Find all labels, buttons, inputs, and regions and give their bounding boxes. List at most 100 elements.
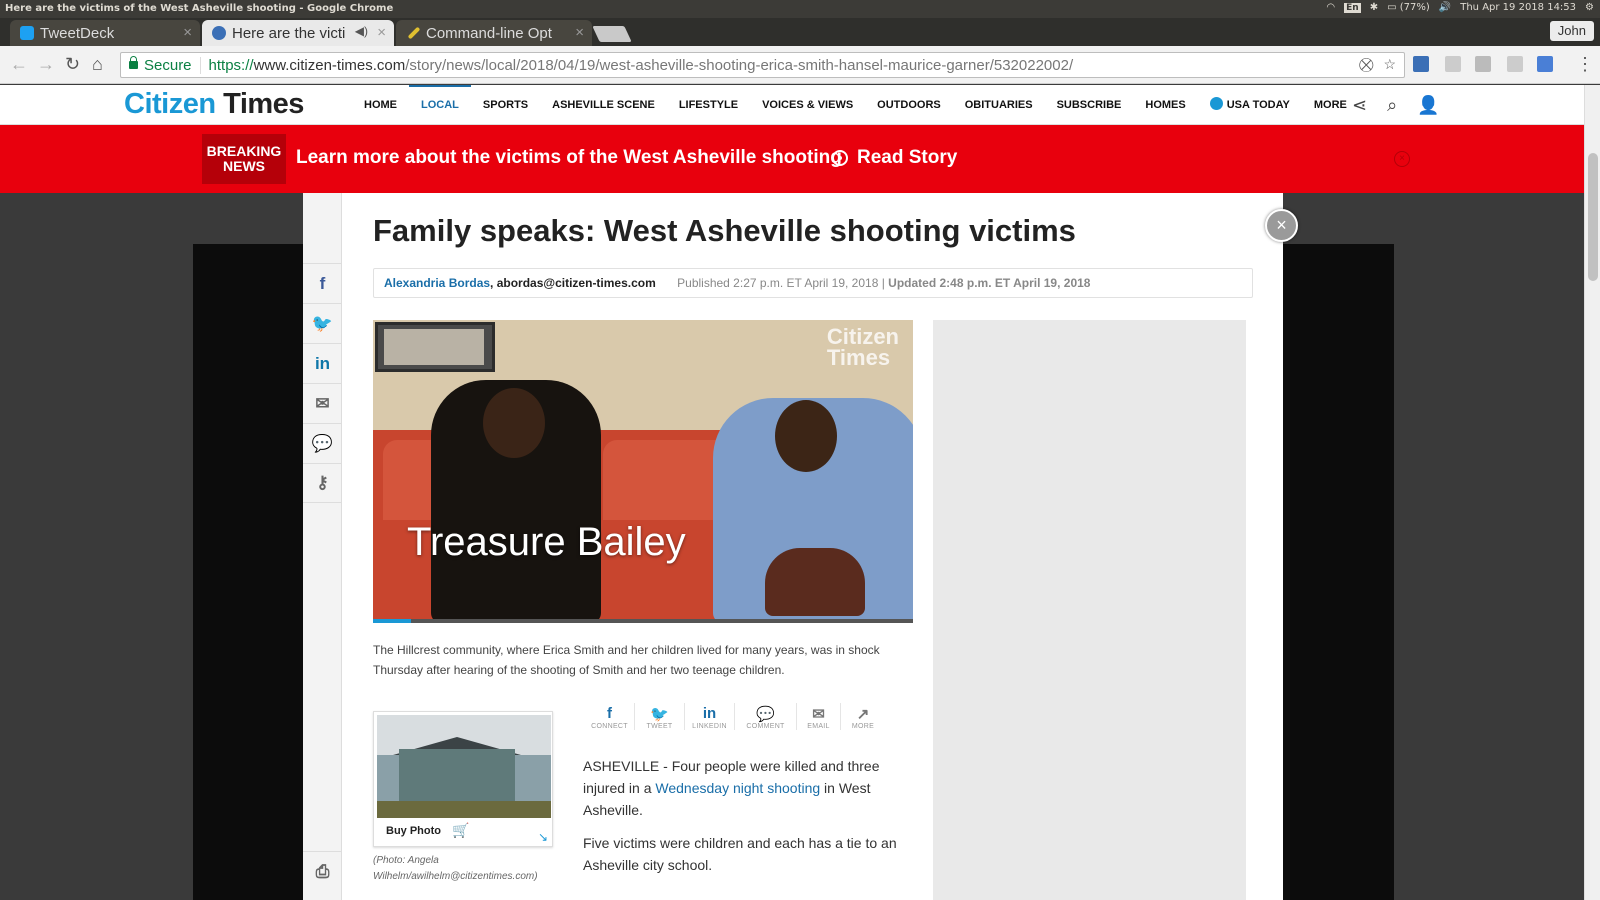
- share-comment[interactable]: 💬 COMMENT: [735, 703, 797, 730]
- facebook-icon: f: [607, 705, 612, 722]
- facebook-icon[interactable]: f: [303, 263, 342, 303]
- share-email[interactable]: ✉ EMAIL: [797, 703, 841, 730]
- banner-close-icon[interactable]: ×: [1394, 151, 1410, 167]
- print-icon[interactable]: ⎙: [303, 851, 342, 891]
- key-icon[interactable]: ⚷: [303, 463, 342, 503]
- translate-extension-icon[interactable]: [1537, 56, 1553, 72]
- video-person-face: [483, 388, 545, 458]
- close-tab-icon[interactable]: ×: [183, 24, 192, 41]
- cart-icon[interactable]: 🛒: [452, 822, 469, 839]
- video-player[interactable]: Citizen Times Treasure Bailey: [373, 320, 913, 623]
- share-linkedin[interactable]: in LINKEDIN: [685, 703, 735, 730]
- logo-word-citizen: Citizen: [124, 88, 216, 120]
- video-caption: The Hillcrest community, where Erica Smi…: [373, 643, 880, 677]
- nav-usa-today[interactable]: USA TODAY: [1198, 85, 1302, 125]
- profile-button[interactable]: John: [1549, 21, 1594, 41]
- house-photo[interactable]: [377, 715, 551, 818]
- extension-icon[interactable]: [1413, 56, 1429, 72]
- bookmark-star-icon[interactable]: ☆: [1383, 56, 1396, 73]
- url-text[interactable]: https://www.citizen-times.com/story/news…: [201, 57, 1074, 74]
- secure-indicator[interactable]: Secure: [121, 56, 201, 74]
- home-icon[interactable]: ⌂: [92, 54, 103, 75]
- url-scheme: https://: [208, 56, 254, 74]
- user-account-icon[interactable]: 👤: [1417, 95, 1439, 116]
- comment-icon[interactable]: 💬: [303, 423, 342, 463]
- citizen-times-logo[interactable]: Citizen Times: [124, 88, 304, 121]
- puzzle-extension-icon[interactable]: [1475, 56, 1491, 72]
- nav-obituaries[interactable]: OBITUARIES: [953, 85, 1045, 125]
- nav-local[interactable]: LOCAL: [409, 85, 471, 125]
- nav-asheville-scene[interactable]: ASHEVILLE SCENE: [540, 85, 667, 125]
- chrome-menu-icon[interactable]: ⋮: [1576, 54, 1594, 75]
- close-modal-button[interactable]: ×: [1265, 209, 1298, 242]
- tab-citizen-times[interactable]: Here are the victi ◀) ×: [202, 20, 394, 46]
- battery-indicator[interactable]: ▭ (77%): [1387, 2, 1430, 13]
- video-progress-bar[interactable]: [373, 619, 913, 623]
- author-email: , abordas@citizen-times.com: [490, 276, 656, 290]
- read-story-link[interactable]: Read Story: [832, 147, 957, 169]
- share-label: MORE: [851, 723, 875, 730]
- share-connect[interactable]: f CONNECT: [585, 703, 635, 730]
- twitter-favicon-icon: [20, 26, 34, 40]
- email-icon[interactable]: ✉: [303, 383, 342, 423]
- tab-command-line-options[interactable]: Command-line Opt ×: [396, 20, 592, 46]
- twitter-icon[interactable]: 🐦: [303, 303, 342, 343]
- nav-more[interactable]: MORE: [1302, 85, 1359, 125]
- byline: Alexandria Bordas, abordas@citizen-times…: [373, 268, 1253, 298]
- tab-tweetdeck[interactable]: TweetDeck ×: [10, 20, 200, 46]
- page-scrollbar[interactable]: [1584, 85, 1600, 900]
- address-bar[interactable]: Secure https://www.citizen-times.com/sto…: [120, 52, 1405, 78]
- reload-icon[interactable]: ↻: [65, 54, 80, 75]
- window-title: Here are the victims of the West Ashevil…: [5, 3, 394, 14]
- os-top-bar: Here are the victims of the West Ashevil…: [0, 0, 1600, 18]
- nav-home[interactable]: HOME: [352, 85, 409, 125]
- nav-sports[interactable]: SPORTS: [471, 85, 540, 125]
- wifi-icon[interactable]: ◠: [1326, 2, 1335, 13]
- linkedin-icon[interactable]: in: [303, 343, 342, 383]
- wednesday-shooting-link[interactable]: Wednesday night shooting: [655, 780, 820, 796]
- author-link[interactable]: Alexandria Bordas: [384, 276, 490, 290]
- new-tab-button[interactable]: [592, 26, 632, 42]
- photo-house: [399, 749, 515, 809]
- nav-usa-today-label: USA TODAY: [1226, 99, 1290, 111]
- back-arrow-icon[interactable]: ←: [10, 54, 28, 75]
- keyboard-layout[interactable]: En: [1344, 2, 1361, 13]
- audio-playing-icon[interactable]: ◀): [355, 24, 368, 38]
- breaking-news-banner[interactable]: BREAKING NEWS Learn more about the victim…: [0, 125, 1584, 193]
- clock[interactable]: Thu Apr 19 2018 14:53: [1460, 2, 1576, 13]
- video-person-left: [431, 380, 601, 623]
- nav-outdoors[interactable]: OUTDOORS: [865, 85, 953, 125]
- pencil-favicon-icon: [407, 26, 421, 40]
- settings-gear-icon[interactable]: ⚙: [1585, 2, 1594, 13]
- nav-voices-views[interactable]: VOICES & VIEWS: [750, 85, 865, 125]
- nav-lifestyle[interactable]: LIFESTYLE: [667, 85, 750, 125]
- photo-thumbnail[interactable]: Buy Photo 🛒 ↘: [373, 711, 553, 847]
- nav-homes[interactable]: HOMES: [1133, 85, 1197, 125]
- buy-photo-link[interactable]: Buy Photo: [386, 825, 441, 837]
- share-more[interactable]: ↗ MORE: [841, 703, 885, 730]
- forward-arrow-icon[interactable]: →: [37, 54, 55, 75]
- close-tab-icon[interactable]: ×: [377, 24, 386, 41]
- published-date: Published 2:27 p.m. ET April 19, 2018 |: [677, 276, 885, 290]
- nav-menu: HOME LOCAL SPORTS ASHEVILLE SCENE LIFEST…: [352, 85, 1359, 125]
- badge-line-2: NEWS: [223, 158, 265, 174]
- bluetooth-icon[interactable]: ✱: [1370, 2, 1378, 13]
- cookie-blocked-icon[interactable]: ⛒: [1359, 56, 1373, 73]
- volume-icon[interactable]: 🔊: [1439, 2, 1451, 13]
- share-icon[interactable]: ⋖: [1352, 95, 1367, 116]
- close-tab-icon[interactable]: ×: [575, 24, 584, 41]
- scrollbar-thumb[interactable]: [1588, 153, 1598, 281]
- camera-extension-icon[interactable]: [1507, 56, 1523, 72]
- rss-extension-icon[interactable]: [1445, 56, 1461, 72]
- share-label: LINKEDIN: [692, 723, 727, 730]
- breaking-headline[interactable]: Learn more about the victims of the West…: [296, 147, 842, 169]
- video-person-right: [713, 398, 913, 623]
- search-icon[interactable]: ⌕: [1387, 95, 1397, 116]
- video-person-face: [775, 400, 837, 472]
- share-tweet[interactable]: 🐦 TWEET: [635, 703, 685, 730]
- nav-subscribe[interactable]: SUBSCRIBE: [1045, 85, 1134, 125]
- article-headline: Family speaks: West Asheville shooting v…: [373, 213, 1076, 248]
- expand-arrow-icon[interactable]: ↘: [538, 830, 548, 844]
- share-label: EMAIL: [807, 723, 830, 730]
- tab-strip: TweetDeck × Here are the victi ◀) × Comm…: [0, 18, 1600, 46]
